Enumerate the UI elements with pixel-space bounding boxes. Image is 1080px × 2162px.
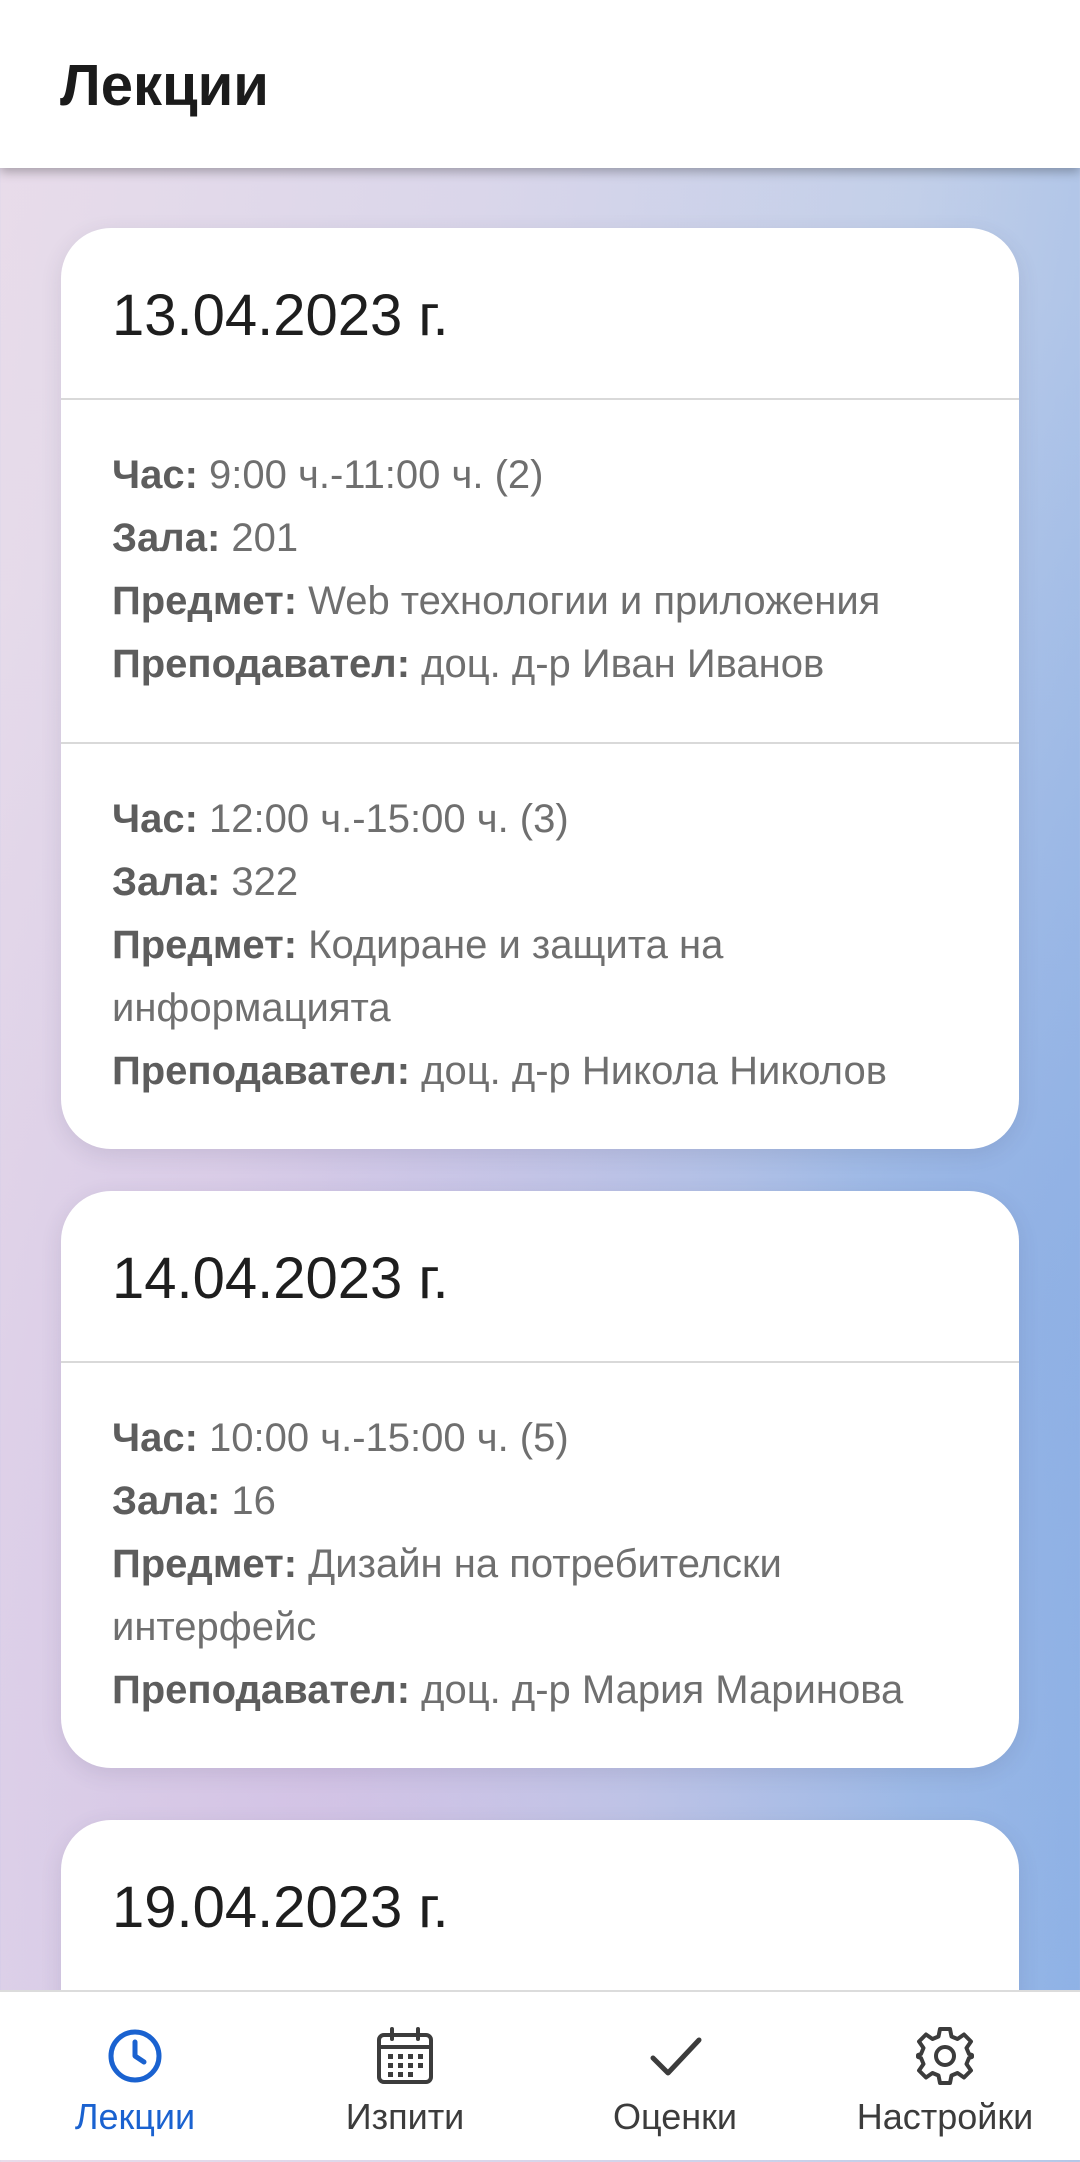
nav-item-grades[interactable]: Оценки xyxy=(540,1992,810,2162)
day-date: 13.04.2023 г. xyxy=(61,228,1019,400)
page-title: Лекции xyxy=(60,53,269,118)
lecture-time: Час: 10:00 ч.-15:00 ч. (5) xyxy=(112,1416,569,1460)
day-card: 14.04.2023 г. Час: 10:00 ч.-15:00 ч. (5)… xyxy=(61,1191,1019,1768)
bottom-navigation: Лекции Изпити Оценки Настройки xyxy=(0,1990,1080,2160)
lecture-teacher: Преподавател: доц. д-р Никола Николов xyxy=(112,1049,887,1093)
nav-label: Настройки xyxy=(856,2096,1034,2137)
day-date: 19.04.2023 г. xyxy=(61,1820,1019,1990)
lecture-time: Час: 12:00 ч.-15:00 ч. (3) xyxy=(112,797,569,841)
lecture-item: Час: 12:00 ч.-15:00 ч. (3) Зала: 322 Пре… xyxy=(61,742,1019,1149)
nav-item-settings[interactable]: Настройки xyxy=(810,1992,1080,2162)
lecture-item: Час: 10:00 ч.-15:00 ч. (5) Зала: 16 Пред… xyxy=(61,1363,1019,1768)
lecture-teacher: Преподавател: доц. д-р Иван Иванов xyxy=(112,642,825,686)
nav-item-lectures[interactable]: Лекции xyxy=(0,1992,270,2162)
lecture-room: Зала: 201 xyxy=(112,516,299,560)
lectures-list[interactable]: 13.04.2023 г. Час: 9:00 ч.-11:00 ч. (2) … xyxy=(0,168,1080,1990)
lecture-room: Зала: 16 xyxy=(112,1479,276,1523)
app-bar: Лекции xyxy=(0,0,1080,168)
lecture-subject: Предмет: Кодиране и защита на информация… xyxy=(112,923,724,1030)
day-date: 14.04.2023 г. xyxy=(61,1191,1019,1363)
lecture-time: Час: 9:00 ч.-11:00 ч. (2) xyxy=(112,453,544,497)
nav-label: Изпити xyxy=(345,2096,465,2137)
lecture-subject: Предмет: Дизайн на потребителски интерфе… xyxy=(112,1542,782,1649)
nav-label: Оценки xyxy=(613,2096,737,2137)
lecture-room: Зала: 322 xyxy=(112,860,299,904)
lecture-item: Час: 9:00 ч.-11:00 ч. (2) Зала: 201 Пред… xyxy=(61,400,1019,742)
clock-icon xyxy=(0,2024,270,2088)
gear-icon xyxy=(810,2024,1080,2088)
day-card: 13.04.2023 г. Час: 9:00 ч.-11:00 ч. (2) … xyxy=(61,228,1019,1149)
lecture-subject: Предмет: Web технологии и приложения xyxy=(112,579,881,623)
day-card: 19.04.2023 г. xyxy=(61,1820,1019,1990)
checkmark-icon xyxy=(540,2024,810,2088)
lecture-teacher: Преподавател: доц. д-р Мария Маринова xyxy=(112,1668,904,1712)
nav-label: Лекции xyxy=(74,2096,196,2137)
nav-item-exams[interactable]: Изпити xyxy=(270,1992,540,2162)
calendar-icon xyxy=(270,2024,540,2088)
